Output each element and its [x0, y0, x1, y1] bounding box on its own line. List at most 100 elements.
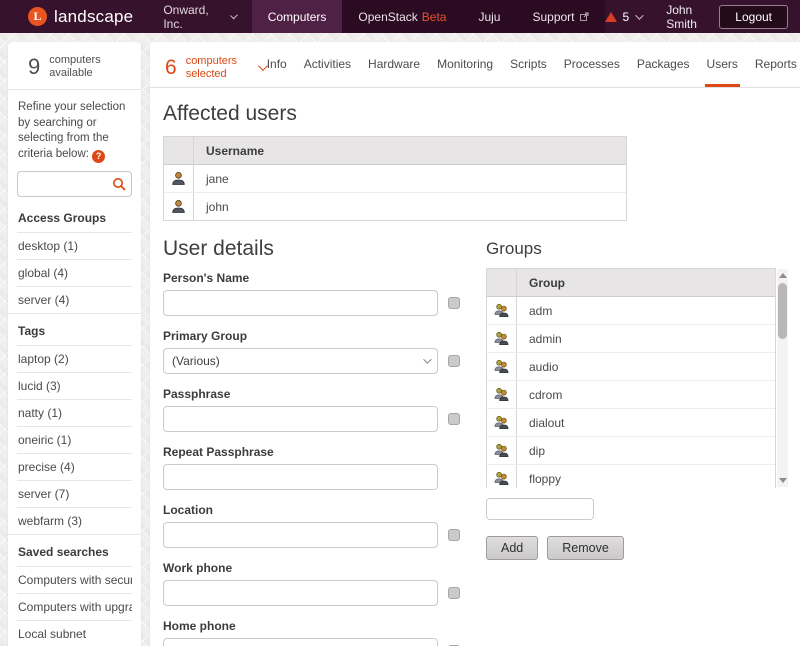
sidebar-item-saved-security[interactable]: Computers with securit... [17, 566, 132, 593]
section-heading: Tags [17, 314, 132, 345]
logout-button[interactable]: Logout [719, 5, 788, 29]
group-name-cell: floppy [517, 465, 775, 488]
table-row[interactable]: cdrom [487, 381, 775, 409]
computer-search [17, 171, 132, 197]
icon-column-header [164, 137, 194, 164]
selected-count: 6 [165, 56, 177, 80]
tab-users[interactable]: Users [705, 57, 740, 87]
available-count: 9 [28, 54, 40, 80]
tab-hardware[interactable]: Hardware [366, 57, 422, 87]
location-checkbox[interactable] [448, 529, 460, 541]
scroll-down-icon[interactable] [779, 478, 787, 483]
access-groups-section: Access Groups desktop (1) global (4) ser… [8, 201, 141, 314]
icon-cell [164, 193, 194, 220]
scroll-up-icon[interactable] [779, 273, 787, 278]
sidebar-item-server[interactable]: server (4) [17, 286, 132, 313]
field-primary-group: Primary Group (Various) [163, 329, 460, 374]
account-switcher[interactable]: Onward, Inc. [147, 0, 251, 33]
affected-users-title: Affected users [163, 102, 800, 126]
group-name-input[interactable] [486, 498, 594, 520]
sidebar-item-saved-upgrades[interactable]: Computers with upgrades [17, 593, 132, 620]
icon-cell [487, 297, 517, 324]
sidebar-item-oneiric[interactable]: oneiric (1) [17, 426, 132, 453]
repeat-passphrase-input[interactable] [163, 464, 438, 490]
table-row[interactable]: john [164, 193, 626, 220]
alerts-dropdown[interactable]: 5 [605, 10, 642, 24]
passphrase-checkbox[interactable] [448, 413, 460, 425]
chevron-down-icon [423, 355, 431, 363]
groups-column: Groups Group [486, 223, 790, 560]
table-row[interactable]: jane [164, 165, 626, 193]
nav-item-juju[interactable]: Juju [462, 0, 516, 33]
group-icon [494, 359, 509, 374]
groups-table-container: Group [486, 268, 788, 488]
table-row[interactable]: audio [487, 353, 775, 381]
home-phone-input[interactable] [163, 638, 438, 646]
username-cell: john [194, 193, 626, 220]
details-columns: User details Person's Name Primary Group [163, 223, 800, 646]
help-icon[interactable]: ? [92, 150, 105, 163]
sidebar-item-natty[interactable]: natty (1) [17, 399, 132, 426]
chevron-down-icon [230, 11, 238, 19]
top-navigation-bar: L landscape Onward, Inc. Computers OpenS… [0, 0, 800, 33]
sidebar-item-lucid[interactable]: lucid (3) [17, 372, 132, 399]
icon-cell [487, 353, 517, 380]
computers-available-summary: 9 computers available [8, 42, 141, 90]
primary-group-checkbox[interactable] [448, 355, 460, 367]
table-row[interactable]: floppy [487, 465, 775, 488]
group-icon [494, 415, 509, 430]
sidebar-item-desktop[interactable]: desktop (1) [17, 232, 132, 259]
tab-info[interactable]: Info [265, 57, 289, 87]
tab-reports[interactable]: Reports [753, 57, 799, 87]
nav-item-support[interactable]: Support [516, 0, 604, 33]
saved-searches-section: Saved searches Computers with securit...… [8, 535, 141, 646]
tab-packages[interactable]: Packages [635, 57, 692, 87]
remove-group-button[interactable]: Remove [547, 536, 624, 560]
nav-item-computers[interactable]: Computers [252, 0, 343, 33]
nav-label-support: Support [532, 10, 574, 24]
nav-item-openstack[interactable]: OpenStack Beta [342, 0, 462, 33]
table-row[interactable]: dialout [487, 409, 775, 437]
persons-name-input[interactable] [163, 290, 438, 316]
sidebar-item-laptop[interactable]: laptop (2) [17, 345, 132, 372]
table-row[interactable]: dip [487, 437, 775, 465]
field-persons-name: Person's Name [163, 271, 460, 316]
work-phone-input[interactable] [163, 580, 438, 606]
table-header-row: Group [487, 269, 775, 297]
scrollbar-thumb[interactable] [778, 283, 787, 339]
field-label: Work phone [163, 561, 460, 575]
logged-in-user: John Smith [660, 3, 710, 31]
table-header-row: Username [164, 137, 626, 165]
refine-help-text: Refine your selection by searching or se… [8, 90, 141, 168]
tab-processes[interactable]: Processes [562, 57, 622, 87]
sidebar-item-webfarm[interactable]: webfarm (3) [17, 507, 132, 534]
location-input[interactable] [163, 522, 438, 548]
add-group-button[interactable]: Add [486, 536, 538, 560]
section-heading: Access Groups [17, 201, 132, 232]
chevron-down-icon [635, 11, 643, 19]
tab-monitoring[interactable]: Monitoring [435, 57, 495, 87]
field-work-phone: Work phone [163, 561, 460, 606]
tab-activities[interactable]: Activities [302, 57, 353, 87]
table-row[interactable]: admin [487, 325, 775, 353]
tab-scripts[interactable]: Scripts [508, 57, 549, 87]
alert-count: 5 [623, 10, 630, 24]
field-home-phone: Home phone [163, 619, 460, 646]
persons-name-checkbox[interactable] [448, 297, 460, 309]
groups-scrollbar[interactable] [777, 269, 788, 487]
primary-group-select[interactable]: (Various) [163, 348, 438, 374]
available-count-label: computers available [49, 54, 111, 80]
sidebar-item-local-subnet[interactable]: Local subnet [17, 620, 132, 646]
sidebar-item-server-tag[interactable]: server (7) [17, 480, 132, 507]
sidebar-item-precise[interactable]: precise (4) [17, 453, 132, 480]
landscape-logo[interactable]: L landscape [0, 0, 147, 33]
work-phone-checkbox[interactable] [448, 587, 460, 599]
groups-title: Groups [486, 239, 790, 259]
affected-users-table: Username jane [163, 136, 627, 221]
refine-text: Refine your selection by searching or se… [18, 101, 125, 160]
groups-actions: Add Remove [486, 536, 790, 560]
landscape-app: L landscape Onward, Inc. Computers OpenS… [0, 0, 800, 646]
sidebar-item-global[interactable]: global (4) [17, 259, 132, 286]
table-row[interactable]: adm [487, 297, 775, 325]
passphrase-input[interactable] [163, 406, 438, 432]
